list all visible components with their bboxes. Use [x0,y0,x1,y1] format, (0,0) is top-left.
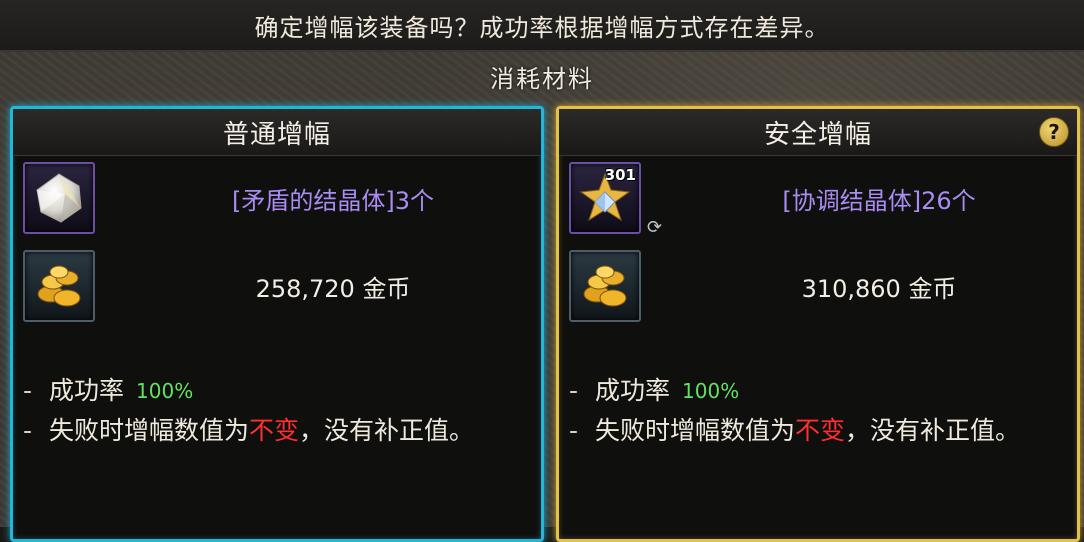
dash-marker: - [23,416,33,445]
normal-info-list: - 成功率 100% - 失败时增幅数值为 不变 ，没有补正值。 [23,371,474,451]
normal-panel-title: 普通增幅 [13,109,541,156]
safe-amplify-panel[interactable]: 安全增幅 ? 301 ⟳ [协调结晶体]26个 310,860 金币 - 成功率… [556,106,1080,542]
fail-text-highlight: 不变 [795,416,846,445]
safe-panel-title: 安全增幅 [559,109,1077,156]
safe-info-list: - 成功率 100% - 失败时增幅数值为 不变 ，没有补正值。 [569,371,1020,451]
confirm-message: 确定增幅该装备吗？成功率根据增幅方式存在差异。 [0,0,1084,52]
refresh-icon[interactable]: ⟳ [647,217,662,238]
stack-count: 301 [604,166,636,184]
gold-coins-icon [23,250,95,322]
section-title-consumables: 消耗材料 [490,64,594,93]
normal-success-line: - 成功率 100% [23,371,474,411]
normal-fail-line: - 失败时增幅数值为 不变 ，没有补正值。 [23,411,474,451]
fail-text-suffix: ，没有补正值。 [845,416,1021,445]
safe-material-name: [协调结晶体]26个 [782,186,976,215]
success-rate-label: 成功率 [595,376,671,405]
dash-marker: - [569,376,579,405]
dash-marker: - [569,416,579,445]
safe-gold-amount: 310,860 金币 [801,274,957,303]
dash-marker: - [23,376,33,405]
fail-text-prefix: 失败时增幅数值为 [595,416,796,445]
success-rate-value: 100% [136,379,194,403]
safe-success-line: - 成功率 100% [569,371,1020,411]
normal-gold-row: 258,720 金币 [23,247,410,325]
fail-text-highlight: 不变 [249,416,300,445]
crystal-icon[interactable] [23,162,95,234]
gold-coins-icon [569,250,641,322]
fail-text-suffix: ，没有补正值。 [299,416,475,445]
safe-fail-line: - 失败时增幅数值为 不变 ，没有补正值。 [569,411,1020,451]
harmony-crystal-icon[interactable]: 301 [569,162,641,234]
success-rate-label: 成功率 [49,376,125,405]
normal-material-name: [矛盾的结晶体]3个 [232,186,434,215]
success-rate-value: 100% [682,379,740,403]
normal-material-row: [矛盾的结晶体]3个 [23,159,434,237]
help-icon[interactable]: ? [1039,117,1069,147]
safe-gold-row: 310,860 金币 [569,247,956,325]
fail-text-prefix: 失败时增幅数值为 [49,416,250,445]
normal-gold-amount: 258,720 金币 [255,274,411,303]
safe-material-row: 301 ⟳ [协调结晶体]26个 [569,159,976,238]
normal-amplify-panel[interactable]: 普通增幅 [矛盾的结晶体]3个 258,720 金币 - 成功率 100% - … [10,106,544,542]
